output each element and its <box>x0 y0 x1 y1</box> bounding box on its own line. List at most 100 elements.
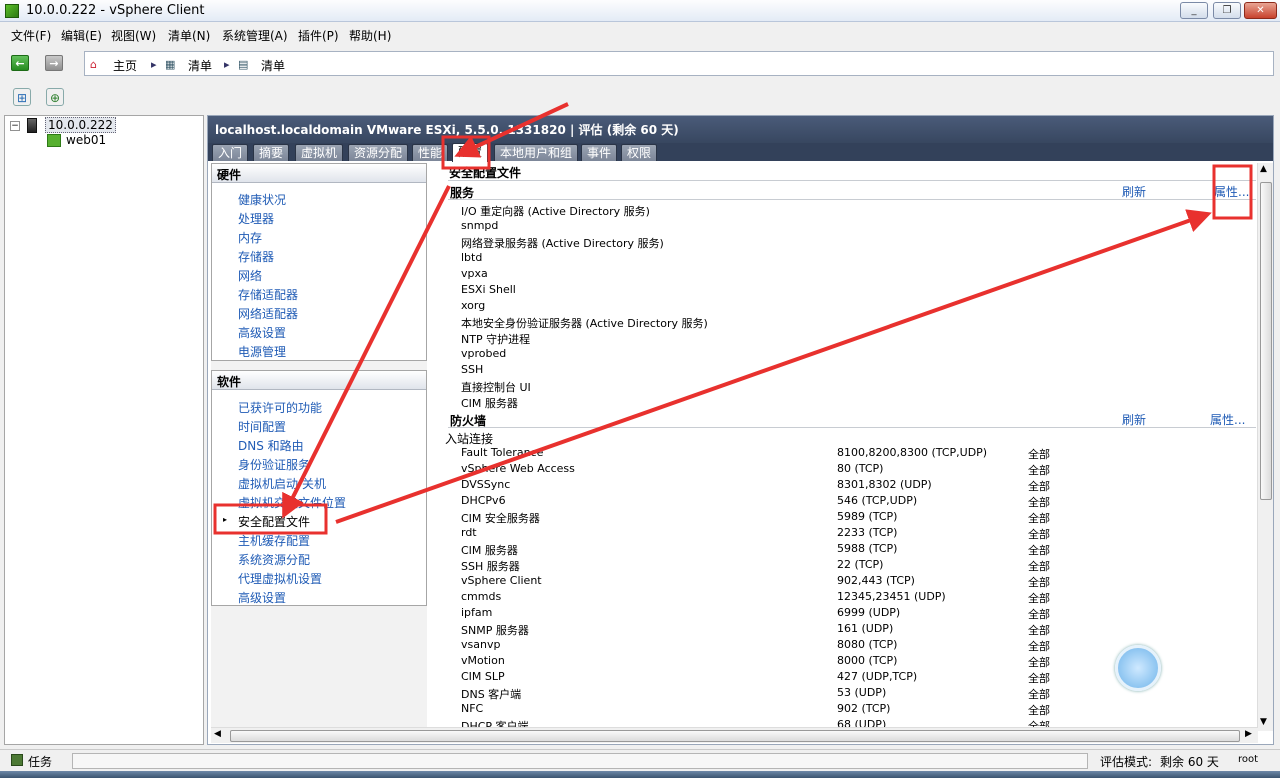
vm-icon <box>47 134 61 147</box>
nav-security-profile[interactable]: 安全配置文件 <box>238 513 310 530</box>
firewall-rule-ports: 902 (TCP) <box>837 702 891 715</box>
nav-advanced-settings-hw[interactable]: 高级设置 <box>238 324 286 341</box>
tasks-button[interactable]: 任务 <box>28 753 52 770</box>
breadcrumb-inventory[interactable]: 清单 <box>188 57 212 74</box>
tab-virtual-machines[interactable]: 虚拟机 <box>295 144 344 161</box>
add-vm-icon[interactable]: ⊕ <box>46 88 64 106</box>
firewall-rule-ports: 8301,8302 (UDP) <box>837 478 932 491</box>
add-host-icon[interactable]: ⊞ <box>13 88 31 106</box>
maximize-button[interactable]: ❐ <box>1213 2 1241 19</box>
firewall-rule-scope: 全部 <box>1028 496 1050 509</box>
nav-authentication-services[interactable]: 身份验证服务 <box>238 456 310 473</box>
horizontal-scroll-thumb[interactable] <box>230 730 1240 742</box>
tab-events[interactable]: 事件 <box>581 144 618 161</box>
firewall-rule-scope: 全部 <box>1028 576 1050 589</box>
firewall-rule-scope: 全部 <box>1028 656 1050 669</box>
service-item: vprobed <box>461 347 507 360</box>
scroll-down-icon[interactable]: ▼ <box>1260 717 1267 727</box>
scroll-right-icon[interactable]: ▶ <box>1245 729 1252 739</box>
nav-vm-swapfile-location[interactable]: 虚拟机交换文件位置 <box>238 494 346 511</box>
nav-memory[interactable]: 内存 <box>238 229 262 246</box>
breadcrumb-inventory-sub[interactable]: 清单 <box>261 57 285 74</box>
firewall-rule-ports: 5989 (TCP) <box>837 510 898 523</box>
firewall-rule-scope: 全部 <box>1028 528 1050 541</box>
menu-bar: 文件(F) 编辑(E) 视图(W) 清单(N) 系统管理(A) 插件(P) 帮助… <box>0 23 1280 45</box>
nav-agent-vm-settings[interactable]: 代理虚拟机设置 <box>238 570 322 587</box>
vertical-scroll-thumb[interactable] <box>1260 182 1272 500</box>
nav-network-adapters[interactable]: 网络适配器 <box>238 305 298 322</box>
vsphere-app-icon <box>5 4 19 18</box>
nav-processors[interactable]: 处理器 <box>238 210 274 227</box>
nav-host-cache-configuration[interactable]: 主机缓存配置 <box>238 532 310 549</box>
vsphere-client-window: 10.0.0.222 - vSphere Client _ ❐ ✕ 文件(F) … <box>0 0 1280 778</box>
firewall-rule-name: SNMP 服务器 <box>461 624 529 637</box>
firewall-rule-scope: 全部 <box>1028 640 1050 653</box>
menu-plugins[interactable]: 插件(P) <box>298 27 339 44</box>
toolbar: ⊞ ⊕ <box>0 84 1280 110</box>
scroll-left-icon[interactable]: ◀ <box>214 729 221 739</box>
forward-button[interactable]: → <box>45 55 63 71</box>
nav-dns-routing[interactable]: DNS 和路由 <box>238 437 304 454</box>
close-button[interactable]: ✕ <box>1244 2 1277 19</box>
breadcrumb-home[interactable]: 主页 <box>113 57 137 74</box>
tab-summary[interactable]: 摘要 <box>253 144 290 161</box>
firewall-rule-ports: 2233 (TCP) <box>837 526 898 539</box>
nav-system-resource-allocation[interactable]: 系统资源分配 <box>238 551 310 568</box>
nav-networking[interactable]: 网络 <box>238 267 262 284</box>
tab-configuration[interactable]: 配置 <box>452 143 489 162</box>
nav-licensed-features[interactable]: 已获许可的功能 <box>238 399 322 416</box>
tree-vm[interactable]: web01 <box>66 133 106 147</box>
breadcrumb: ⌂ 主页 ▸ ▦ 清单 ▸ ▤ 清单 <box>84 51 1274 76</box>
firewall-refresh-link[interactable]: 刷新 <box>1122 411 1146 428</box>
inventory-tree: − 10.0.0.222 web01 <box>4 115 204 745</box>
window-title: 10.0.0.222 - vSphere Client <box>26 3 205 18</box>
scroll-up-icon[interactable]: ▲ <box>1260 164 1267 174</box>
firewall-rule-ports: 6999 (UDP) <box>837 606 901 619</box>
firewall-properties-link[interactable]: 属性... <box>1210 411 1245 428</box>
menu-file[interactable]: 文件(F) <box>11 27 51 44</box>
firewall-rule-ports: 53 (UDP) <box>837 686 887 699</box>
minimize-button[interactable]: _ <box>1180 2 1208 19</box>
menu-edit[interactable]: 编辑(E) <box>61 27 102 44</box>
nav-vm-startup-shutdown[interactable]: 虚拟机启动/关机 <box>238 475 326 492</box>
vertical-scrollbar[interactable]: ▲ ▼ <box>1257 163 1273 731</box>
nav-time-configuration[interactable]: 时间配置 <box>238 418 286 435</box>
tab-permissions[interactable]: 权限 <box>621 144 658 161</box>
nav-advanced-settings-sw[interactable]: 高级设置 <box>238 589 286 606</box>
menu-inventory[interactable]: 清单(N) <box>168 27 210 44</box>
tree-collapse-toggle[interactable]: − <box>10 121 20 131</box>
inventory-icon: ▤ <box>238 58 249 71</box>
nav-power-management[interactable]: 电源管理 <box>238 343 286 360</box>
firewall-rule-ports: 427 (UDP,TCP) <box>837 670 918 683</box>
tab-performance[interactable]: 性能 <box>412 144 449 161</box>
nav-storage-adapters[interactable]: 存储适配器 <box>238 286 298 303</box>
back-button[interactable]: ← <box>11 55 29 71</box>
services-refresh-link[interactable]: 刷新 <box>1122 183 1146 200</box>
floating-assistant-icon[interactable] <box>1115 645 1161 691</box>
horizontal-scrollbar[interactable]: ◀ ▶ <box>211 727 1258 743</box>
nav-storage[interactable]: 存储器 <box>238 248 274 265</box>
firewall-rule-scope: 全部 <box>1028 448 1050 461</box>
software-section: 软件 已获许可的功能 时间配置 DNS 和路由 身份验证服务 虚拟机启动/关机 … <box>211 370 427 606</box>
firewall-rule-scope: 全部 <box>1028 688 1050 701</box>
service-item: vpxa <box>461 267 488 280</box>
services-divider <box>448 199 1256 200</box>
service-item: xorg <box>461 299 486 312</box>
status-bar: 任务 评估模式: 剩余 60 天 root <box>0 749 1280 771</box>
service-item: CIM 服务器 <box>461 397 518 410</box>
tab-local-users-groups[interactable]: 本地用户和组 <box>494 144 579 161</box>
tab-resource-allocation[interactable]: 资源分配 <box>348 144 409 161</box>
tab-getting-started[interactable]: 入门 <box>212 144 249 161</box>
menu-administration[interactable]: 系统管理(A) <box>222 27 288 44</box>
menu-help[interactable]: 帮助(H) <box>349 27 391 44</box>
chevron-right-icon: ▸ <box>224 58 230 71</box>
firewall-rule-ports: 80 (TCP) <box>837 462 884 475</box>
tree-host[interactable]: 10.0.0.222 <box>45 117 116 133</box>
service-item: lbtd <box>461 251 483 264</box>
nav-health-status[interactable]: 健康状况 <box>238 191 286 208</box>
title-divider <box>448 180 1256 181</box>
service-item: I/O 重定向器 (Active Directory 服务) <box>461 205 650 218</box>
firewall-rule-scope: 全部 <box>1028 608 1050 621</box>
services-properties-link[interactable]: 属性... <box>1214 183 1249 200</box>
menu-view[interactable]: 视图(W) <box>111 27 156 44</box>
